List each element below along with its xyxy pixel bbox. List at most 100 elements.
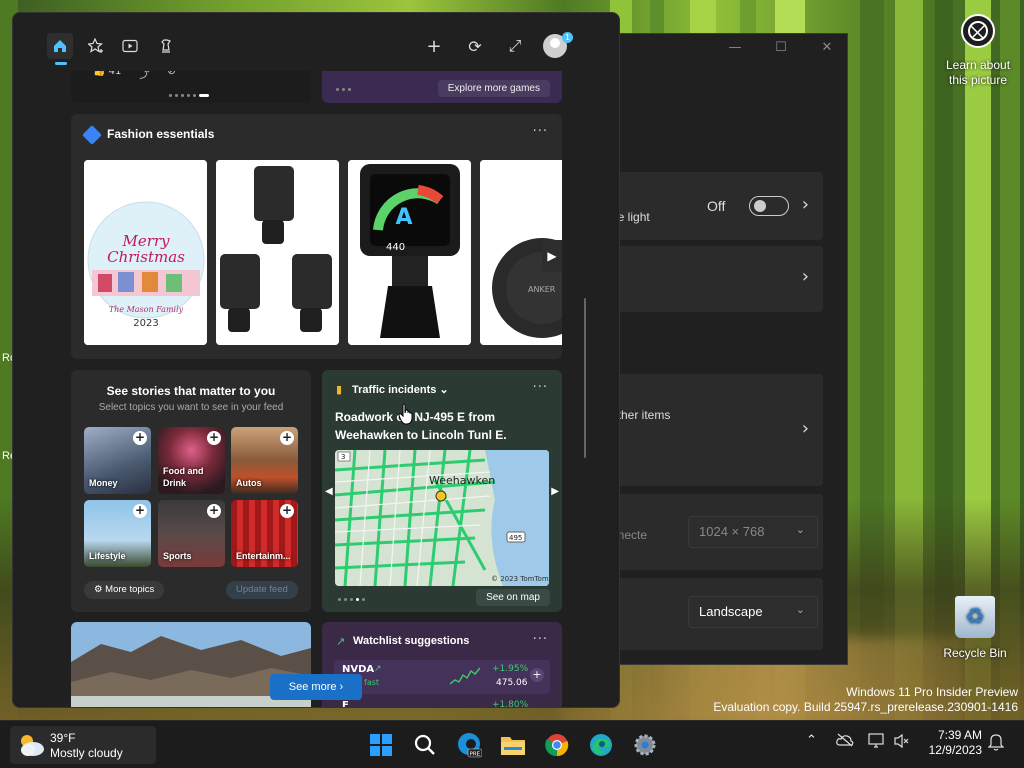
stock-sparkline [450, 667, 480, 685]
volume-muted-icon[interactable] [893, 733, 911, 753]
traffic-light-icon: ▮ [336, 383, 343, 396]
settings-gear-icon: ⚙ [94, 584, 103, 595]
weather-temp: 39°F [50, 731, 76, 745]
night-light-toggle[interactable] [749, 196, 789, 216]
more-options-icon[interactable]: ··· [533, 124, 548, 139]
edge-icon[interactable] [587, 731, 615, 759]
topic-label: Sports [163, 551, 192, 561]
learn-about-label: Learn about this picture [945, 58, 1011, 87]
star-add-icon[interactable] [83, 33, 109, 59]
display-row[interactable]: other items › [611, 374, 823, 486]
topic-entertainment[interactable]: + Entertainm... [231, 500, 298, 567]
topic-lifestyle[interactable]: + Lifestyle [84, 500, 151, 567]
stock-change: +1.95% [492, 664, 529, 674]
stock-price: 475.06 [496, 678, 528, 688]
topic-food-and-drink[interactable]: + Food and Drink [158, 427, 225, 494]
traffic-headline[interactable]: Roadwork on NJ-495 E from Weehawken to L… [335, 408, 550, 444]
product-clip-tuner[interactable]: A 440 [348, 160, 471, 345]
stock-ticker: F [342, 700, 349, 708]
learn-about-picture[interactable]: Learn about this picture [938, 14, 1018, 88]
start-icon[interactable] [367, 731, 395, 759]
recycle-bin-icon: ♻ [955, 596, 995, 638]
personalize-feed-card: See stories that matter to you Select to… [71, 370, 311, 612]
watermark-line: Evaluation copy. Build 25947.rs_prerelea… [713, 700, 1018, 714]
clock-date: 12/9/2023 [928, 743, 982, 757]
more-options-icon[interactable]: ··· [533, 380, 548, 395]
taskbar: 39°F Mostly cloudy PRE ⌃ 7:39 AM 12/9/20… [0, 720, 1024, 768]
add-topic-icon[interactable]: + [280, 431, 294, 445]
video-icon[interactable] [117, 33, 143, 59]
onedrive-offline-icon[interactable] [836, 733, 854, 751]
resolution-row: nnecte 1024 × 768 ⌄ [611, 494, 823, 570]
svg-text:ANKER: ANKER [528, 285, 556, 294]
add-topic-icon[interactable]: + [207, 431, 221, 445]
stories-title: See stories that matter to you [106, 384, 276, 398]
product-phone-mounts[interactable] [216, 160, 339, 345]
explore-games-button[interactable]: Explore more games [437, 80, 550, 97]
scrollbar[interactable] [584, 298, 586, 458]
topic-label: Money [89, 478, 118, 488]
svg-text:PRE: PRE [470, 752, 481, 758]
see-more-button[interactable]: See more › [270, 674, 362, 700]
orientation-select[interactable]: Landscape ⌄ [688, 596, 818, 628]
more-topics-button[interactable]: ⚙ More topics [84, 581, 165, 599]
home-icon[interactable] [47, 33, 73, 59]
topic-label: Entertainm... [236, 551, 291, 561]
add-topic-icon[interactable]: + [280, 504, 294, 518]
minimize-icon[interactable]: — [725, 40, 745, 55]
watermark-line: Windows 11 Pro Insider Preview [846, 685, 1018, 699]
close-icon[interactable]: ✕ [817, 40, 837, 55]
stories-subtitle: Select topics you want to see in your fe… [98, 402, 284, 413]
topic-autos[interactable]: + Autos [231, 427, 298, 494]
search-icon[interactable] [411, 731, 439, 759]
see-on-map-button[interactable]: See on map [476, 589, 550, 606]
carousel-dots [169, 94, 209, 97]
carousel-prev-icon[interactable]: ◀ [325, 486, 333, 497]
carousel-next-icon[interactable]: ▶ [551, 486, 559, 497]
svg-text:The Mason Family: The Mason Family [109, 305, 184, 314]
more-options-icon[interactable]: ··· [533, 632, 548, 647]
widgets-toolbar: + ⟳ ⤢ 1 [13, 13, 619, 71]
svg-text:Christmas: Christmas [107, 248, 185, 266]
night-light-row[interactable]: ue light Off › [611, 172, 823, 240]
file-explorer-icon[interactable] [499, 731, 527, 759]
chevron-down-icon: ⌄ [439, 384, 449, 396]
settings-row[interactable]: › [611, 246, 823, 312]
traffic-title[interactable]: Traffic incidents ⌄ [352, 383, 449, 396]
add-topic-icon[interactable]: + [207, 504, 221, 518]
stock-row[interactable]: NVDA ↗ fast +1.95% 475.06 + [334, 660, 550, 694]
chevron-right-icon: › [801, 418, 809, 439]
weather-widget[interactable]: 39°F Mostly cloudy [10, 726, 156, 764]
product-ornament[interactable]: Merry Christmas The Mason Family 2023 [84, 160, 207, 345]
chrome-icon[interactable] [543, 731, 571, 759]
add-topic-icon[interactable]: + [133, 431, 147, 445]
see-more-label: See more [288, 681, 337, 693]
traffic-title-label: Traffic incidents [352, 384, 437, 396]
settings-window: — ☐ ✕ ue light Off › › other items › nne… [600, 33, 848, 665]
add-topic-icon[interactable]: + [133, 504, 147, 518]
refresh-icon[interactable]: ⟳ [462, 33, 488, 59]
recycle-bin[interactable]: ♻ Recycle Bin [940, 596, 1010, 660]
fashion-title: Fashion essentials [107, 127, 215, 141]
maximize-icon[interactable]: ☐ [771, 40, 791, 55]
weather-condition: Mostly cloudy [50, 746, 123, 760]
topic-money[interactable]: + Money [84, 427, 151, 494]
edge-beta-icon[interactable]: PRE [455, 731, 483, 759]
add-stock-icon[interactable]: + [530, 668, 544, 682]
traffic-map[interactable]: Weehawken 3 495 © 2023 TomTom [335, 450, 549, 586]
fashion-card: Fashion essentials ··· Merry Christmas T… [71, 114, 562, 359]
network-icon[interactable] [868, 733, 886, 753]
resolution-select[interactable]: 1024 × 768 ⌄ [688, 516, 818, 548]
plus-icon[interactable]: + [421, 33, 447, 59]
hand-cursor-icon [398, 403, 413, 425]
notifications-bell-icon[interactable] [987, 733, 1005, 755]
topic-sports[interactable]: + Sports [158, 500, 225, 567]
chevron-up-icon[interactable]: ⌃ [806, 733, 817, 748]
system-clock[interactable]: 7:39 AM 12/9/2023 [918, 728, 982, 758]
chess-icon[interactable] [153, 33, 179, 59]
carousel-next-button[interactable]: ▶ [542, 240, 562, 272]
svg-text:A: A [395, 205, 412, 230]
expand-icon[interactable]: ⤢ [502, 33, 528, 59]
update-feed-button[interactable]: Update feed [226, 581, 298, 599]
settings-icon[interactable] [631, 731, 659, 759]
